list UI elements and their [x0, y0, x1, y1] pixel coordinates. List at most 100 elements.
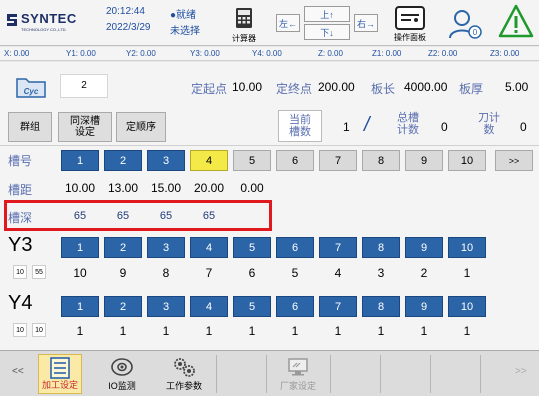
board-length-label: 板长: [371, 82, 396, 96]
prev-page-button[interactable]: <<: [12, 366, 24, 377]
y3-value[interactable]: 6: [233, 266, 271, 280]
right-arrow-button[interactable]: 右→: [354, 14, 378, 32]
top-status-bar: SYNTEC TECHNOLOGY CO.,LTD. 20:12:44 2022…: [0, 0, 539, 46]
clock-time: 20:12:44: [106, 6, 145, 17]
y3-index-cell[interactable]: 1: [61, 237, 99, 258]
operation-panel-label: 操作面板: [394, 33, 426, 42]
group-button[interactable]: 群组: [8, 112, 52, 142]
start-point-value[interactable]: 10.00: [232, 80, 262, 94]
next-page-button[interactable]: >>: [515, 366, 527, 377]
alarm-indicator[interactable]: [498, 4, 534, 40]
y3-value[interactable]: 1: [448, 266, 486, 280]
y4-value[interactable]: 1: [190, 324, 228, 338]
y4-value[interactable]: 1: [233, 324, 271, 338]
slot-pitch-value[interactable]: 13.00: [104, 181, 142, 195]
io-monitor-button[interactable]: IO监测: [102, 354, 142, 394]
set-order-button[interactable]: 定顺序: [116, 112, 166, 142]
end-point-value[interactable]: 200.00: [318, 80, 355, 94]
y3-value[interactable]: 10: [61, 266, 99, 280]
slot-depth-value[interactable]: 65: [147, 210, 185, 222]
slot-number-cell[interactable]: 8: [362, 150, 400, 171]
up-arrow-button[interactable]: 上↑: [304, 6, 350, 22]
y4-value[interactable]: 1: [362, 324, 400, 338]
y3-index-cell[interactable]: 3: [147, 237, 185, 258]
y3-index-cell[interactable]: 2: [104, 237, 142, 258]
y3-index-cell[interactable]: 10: [448, 237, 486, 258]
slot-number-cell[interactable]: 3: [147, 150, 185, 171]
slot-number-cell[interactable]: 2: [104, 150, 142, 171]
y3-value[interactable]: 5: [276, 266, 314, 280]
y4-param-a[interactable]: 10: [13, 323, 27, 337]
user-login-button[interactable]: 0: [446, 6, 486, 42]
calculator-button[interactable]: 计算器: [224, 5, 264, 43]
y3-value[interactable]: 2: [405, 266, 443, 280]
y4-value[interactable]: 1: [61, 324, 99, 338]
current-slots-button[interactable]: 当前槽数: [278, 110, 322, 142]
slot-number-cell-selected[interactable]: 4: [190, 150, 228, 171]
y3-index-cell[interactable]: 7: [319, 237, 357, 258]
y4-index-cell[interactable]: 3: [147, 296, 185, 317]
slot-pitch-value[interactable]: 10.00: [61, 181, 99, 195]
y4-value[interactable]: 1: [319, 324, 357, 338]
coord-x: X: 0.00: [4, 49, 30, 58]
y3-param-a[interactable]: 10: [13, 265, 27, 279]
coord-z1: Z1: 0.00: [372, 49, 402, 58]
slot-pitch-value[interactable]: 20.00: [190, 181, 228, 195]
factory-settings-button[interactable]: 厂家设定: [274, 354, 322, 394]
slot-number-cell[interactable]: 6: [276, 150, 314, 171]
work-parameters-button[interactable]: 工作参数: [160, 354, 208, 394]
y4-index-cell[interactable]: 6: [276, 296, 314, 317]
slot-depth-value[interactable]: 65: [104, 210, 142, 222]
cycle-count-field[interactable]: 2: [60, 74, 108, 98]
machining-settings-label: 加工设定: [41, 380, 78, 390]
y4-value[interactable]: 1: [147, 324, 185, 338]
y4-index-cell[interactable]: 5: [233, 296, 271, 317]
machining-settings-button[interactable]: 加工设定: [38, 354, 82, 394]
board-length-value[interactable]: 4000.00: [404, 80, 447, 94]
slot-depth-value[interactable]: 65: [61, 210, 99, 222]
y4-index-cell[interactable]: 2: [104, 296, 142, 317]
y4-index-cell[interactable]: 7: [319, 296, 357, 317]
same-depth-setting-button[interactable]: 同深槽设定: [58, 112, 112, 142]
slot-number-cell[interactable]: 5: [233, 150, 271, 171]
y3-index-cell[interactable]: 4: [190, 237, 228, 258]
slot-number-cell[interactable]: 1: [61, 150, 99, 171]
y3-index-cell[interactable]: 8: [362, 237, 400, 258]
down-arrow-button[interactable]: 下↓: [304, 24, 350, 40]
left-arrow-button[interactable]: 左←: [276, 14, 300, 32]
y3-value[interactable]: 9: [104, 266, 142, 280]
y4-index-cell[interactable]: 1: [61, 296, 99, 317]
io-monitor-icon: [111, 358, 133, 376]
operation-panel-button[interactable]: 操作面板: [386, 6, 434, 42]
y4-param-b[interactable]: 10: [32, 323, 46, 337]
y4-value[interactable]: 1: [448, 324, 486, 338]
y3-value[interactable]: 4: [319, 266, 357, 280]
y4-value[interactable]: 1: [405, 324, 443, 338]
y3-index-cell[interactable]: 6: [276, 237, 314, 258]
tool-count-label: 刀计数: [478, 112, 500, 136]
y3-value[interactable]: 3: [362, 266, 400, 280]
y4-index-cell[interactable]: 9: [405, 296, 443, 317]
y4-value[interactable]: 1: [104, 324, 142, 338]
y3-value[interactable]: 7: [190, 266, 228, 280]
coord-y1: Y1: 0.00: [66, 49, 96, 58]
y4-value[interactable]: 1: [276, 324, 314, 338]
y3-param-b[interactable]: 55: [32, 265, 46, 279]
coord-y2: Y2: 0.00: [126, 49, 156, 58]
slot-depth-value[interactable]: 65: [190, 210, 228, 222]
y4-index-cell[interactable]: 8: [362, 296, 400, 317]
slot-number-cell[interactable]: 9: [405, 150, 443, 171]
slot-number-cell[interactable]: 7: [319, 150, 357, 171]
y3-index-cell[interactable]: 5: [233, 237, 271, 258]
slot-pitch-value[interactable]: 15.00: [147, 181, 185, 195]
y3-value[interactable]: 8: [147, 266, 185, 280]
slot-number-cell[interactable]: 10: [448, 150, 486, 171]
board-thickness-value[interactable]: 5.00: [505, 80, 528, 94]
operation-panel-icon: [395, 6, 425, 30]
y4-index-cell[interactable]: 4: [190, 296, 228, 317]
y4-index-cell[interactable]: 10: [448, 296, 486, 317]
next-slots-button[interactable]: >>: [495, 150, 533, 171]
slot-pitch-value[interactable]: 0.00: [233, 181, 271, 195]
cycle-folder-button[interactable]: Cyc: [15, 75, 47, 99]
y3-index-cell[interactable]: 9: [405, 237, 443, 258]
